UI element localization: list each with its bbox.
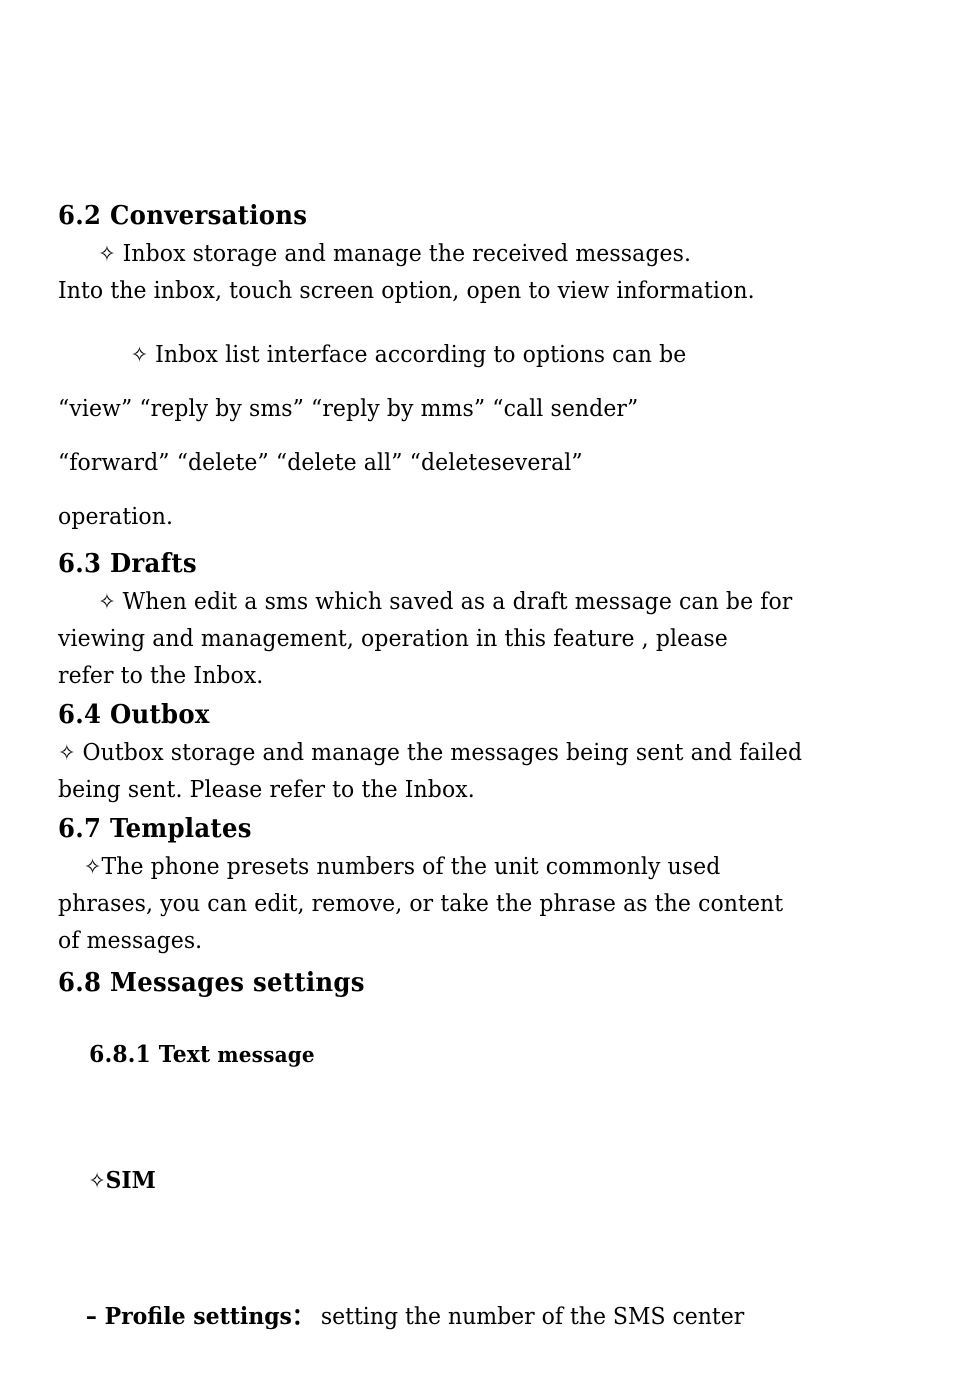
paragraph-6-2-inbox-list-options: ✧ Inbox list interface according to opti…: [58, 328, 895, 544]
sim-label-text: SIM: [105, 1166, 156, 1194]
paragraph-6-3-drafts-body: ✧ When edit a sms which saved as a draft…: [58, 584, 895, 695]
bullet-star-icon: ✧: [130, 343, 156, 368]
heading-6-2-conversations: 6.2 Conversations: [58, 200, 308, 231]
bullet-star-icon: ✧: [98, 242, 123, 267]
bullet-star-icon: ✧: [88, 1169, 106, 1194]
paragraph-6-2-inbox-storage: ✧ Inbox storage and manage the received …: [58, 236, 895, 310]
paragraph-text-line: operation.: [58, 504, 174, 530]
heading-number-and-term: 6.8.1 Text: [89, 1040, 211, 1068]
heading-6-4-outbox: 6.4 Outbox: [58, 699, 210, 730]
heading-6-8-1-text-message: 6.8.1 Text message: [58, 1003, 836, 1107]
paragraph-text-line: Outbox storage and manage the messages b…: [82, 740, 803, 766]
list-item-term: Profile settings: [104, 1303, 292, 1330]
bullet-star-icon: ✧: [58, 741, 83, 766]
paragraph-text-line: refer to the Inbox.: [58, 663, 264, 689]
paragraph-text-line: “forward” “delete” “delete all” “deletes…: [58, 450, 583, 476]
list-item-colon: ：: [291, 1303, 314, 1330]
paragraph-text-line: of messages.: [58, 928, 203, 954]
list-item-dash: –: [85, 1303, 105, 1330]
bullet-star-icon: ✧: [83, 855, 102, 880]
heading-trailing-word: message: [210, 1043, 315, 1068]
bullet-star-icon: ✧: [98, 590, 123, 615]
paragraph-text-line: Into the inbox, touch screen option, ope…: [58, 278, 755, 304]
paragraph-6-7-templates-body: ✧The phone presets numbers of the unit c…: [58, 849, 895, 960]
paragraph-text-line: Inbox storage and manage the received me…: [122, 241, 692, 267]
sim-subsection-label: ✧SIM: [58, 1129, 836, 1231]
paragraph-6-4-outbox-body: ✧ Outbox storage and manage the messages…: [58, 735, 895, 809]
heading-6-7-templates: 6.7 Templates: [58, 813, 252, 844]
document-page: 6.2 Conversations ✧ Inbox storage and ma…: [0, 0, 954, 1356]
paragraph-text-line: Inbox list interface according to option…: [155, 342, 687, 368]
heading-6-3-drafts: 6.3 Drafts: [58, 548, 197, 579]
paragraph-text-line: viewing and management, operation in thi…: [58, 626, 728, 652]
paragraph-text-line: being sent. Please refer to the Inbox.: [58, 777, 475, 803]
paragraph-text-line: The phone presets numbers of the unit co…: [101, 854, 721, 880]
list-item-description: setting the number of the SMS center: [313, 1304, 745, 1330]
paragraph-text-line: phrases, you can edit, remove, or take t…: [58, 891, 784, 917]
heading-6-8-messages-settings: 6.8 Messages settings: [58, 967, 365, 998]
paragraph-text-line: “view” “reply by sms” “reply by mms” “ca…: [58, 396, 639, 422]
paragraph-text-line: When edit a sms which saved as a draft m…: [122, 589, 793, 615]
list-item-profile-settings: – Profile settings： setting the number o…: [58, 1261, 857, 1373]
